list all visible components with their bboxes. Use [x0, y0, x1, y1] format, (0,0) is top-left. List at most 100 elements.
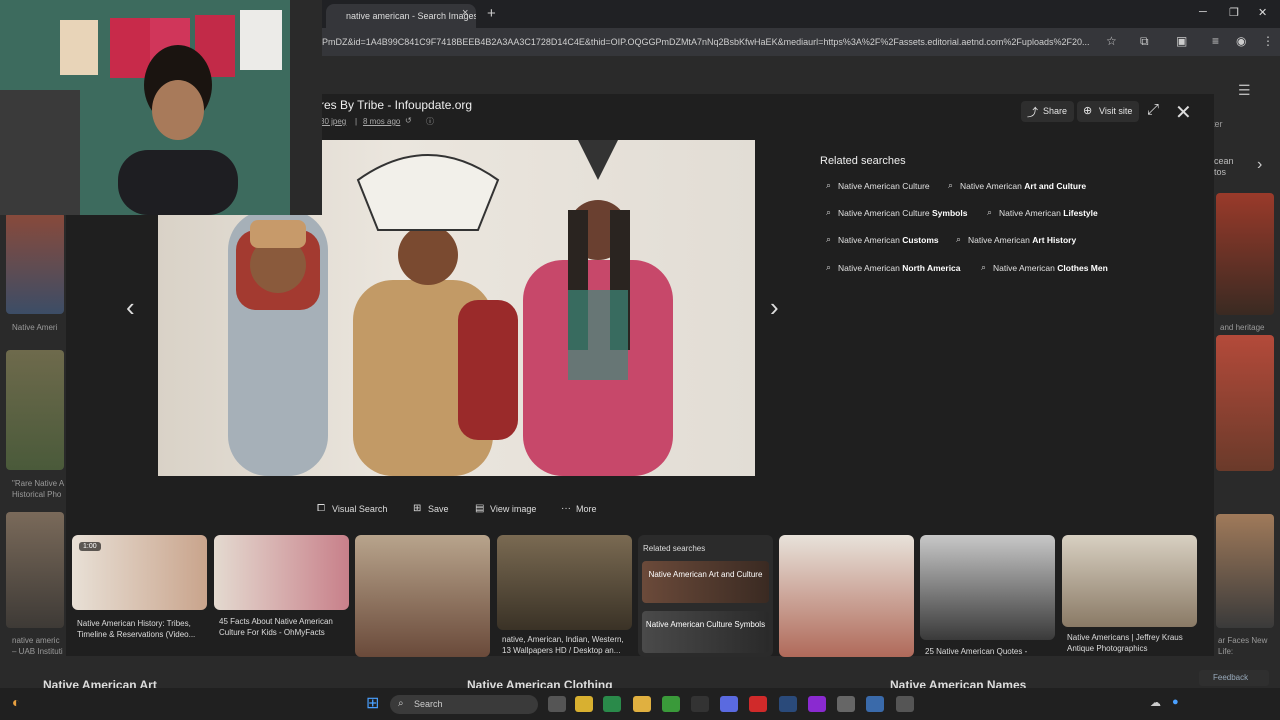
related-search-chip[interactable]: ⌕ Native American Customs: [824, 234, 939, 254]
tab-search-images[interactable]: native american - Search Images: [326, 4, 476, 28]
strip-thumb-4[interactable]: [497, 535, 632, 630]
close-window-icon[interactable]: ✕: [1258, 6, 1267, 19]
result-thumb[interactable]: [6, 512, 64, 628]
next-image-icon[interactable]: ›: [770, 292, 779, 323]
image-size: 80 jpeg: [320, 117, 347, 126]
app-icon[interactable]: [808, 696, 826, 712]
related-search-chip[interactable]: ⌕ Native American Culture Symbols: [824, 207, 967, 227]
chip-label-bold: Clothes Men: [1057, 263, 1108, 273]
extensions-icon[interactable]: ⧉: [1140, 34, 1149, 49]
expand-icon[interactable]: ⤢: [1147, 101, 1159, 118]
visit-site-button[interactable]: ⊕ Visit site: [1077, 101, 1140, 122]
github-icon[interactable]: [896, 696, 914, 712]
related-card-item-1[interactable]: Native American Art and Culture: [642, 561, 769, 603]
history-icon: ↺: [405, 116, 412, 125]
file-explorer-icon[interactable]: [633, 696, 651, 712]
strip-thumb-7[interactable]: [920, 535, 1055, 640]
chip-label: Native American: [993, 263, 1058, 273]
hamburger-icon[interactable]: ☰: [1238, 82, 1251, 99]
meta-separator: |: [355, 117, 358, 126]
new-tab-button[interactable]: +: [487, 5, 496, 22]
visual-search-button[interactable]: ⧠ Visual Search: [317, 503, 387, 514]
related-search-chip[interactable]: ⌕ Native American Clothes Men: [979, 262, 1108, 282]
result-thumb[interactable]: [6, 212, 64, 314]
related-search-chip[interactable]: ⌕ Native American Lifestyle: [985, 207, 1098, 227]
close-icon[interactable]: ✕: [1175, 100, 1192, 125]
save-button[interactable]: ⊞ Save: [413, 503, 449, 514]
search-icon: ⌕: [981, 262, 987, 272]
taskbar-search[interactable]: ⌕ Search: [390, 695, 538, 714]
app-icon[interactable]: [575, 696, 593, 712]
previous-image-icon[interactable]: ‹: [126, 292, 135, 323]
app-icon[interactable]: [837, 696, 855, 712]
info-icon[interactable]: ⓘ: [426, 116, 434, 127]
close-tab-icon[interactable]: ×: [462, 7, 468, 19]
weather-icon[interactable]: ◐: [12, 694, 20, 710]
result-thumb[interactable]: [1216, 193, 1274, 315]
task-view-icon[interactable]: [548, 696, 566, 712]
more-icon: ···: [561, 503, 571, 514]
result-caption: and heritage: [1220, 323, 1265, 332]
onedrive-icon[interactable]: ☁: [1150, 696, 1161, 709]
strip-caption-4[interactable]: native, American, Indian, Western, 13 Wa…: [502, 634, 632, 656]
app-icon[interactable]: [866, 696, 884, 712]
strip-thumb-2[interactable]: [214, 535, 349, 610]
chip-label: Native American Culture: [838, 181, 930, 191]
strip-caption-2[interactable]: 45 Facts About Native American Culture F…: [219, 616, 349, 638]
related-search-chip[interactable]: ⌕ Native American Art and Culture: [946, 180, 1087, 200]
media-icon[interactable]: ≡: [1212, 34, 1219, 48]
strip-caption-8[interactable]: Native Americans | Jeffrey Kraus Antique…: [1067, 632, 1197, 654]
related-search-chip[interactable]: ⌕ Native American North America: [824, 262, 961, 282]
windows-start-icon[interactable]: ⊞: [366, 693, 379, 713]
more-button[interactable]: ··· More: [561, 503, 597, 514]
url-field[interactable]: PmDZ&id=1A4B99C841C9F7418BEEB4B2A3AA3C17…: [322, 37, 1102, 47]
chrome-icon[interactable]: [603, 696, 621, 712]
restore-icon[interactable]: ❐: [1229, 6, 1239, 19]
profile-icon[interactable]: ◉: [1236, 34, 1246, 48]
result-thumb[interactable]: [1216, 335, 1274, 471]
feedback-button[interactable]: Feedback: [1199, 670, 1269, 686]
app-icon[interactable]: [662, 696, 680, 712]
strip-thumb-6[interactable]: [779, 535, 914, 657]
visual-search-icon: ⧠: [317, 503, 325, 514]
view-image-icon: ▤: [475, 503, 485, 514]
related-searches-title: Related searches: [820, 155, 906, 167]
result-thumb[interactable]: [1216, 514, 1274, 628]
share-button[interactable]: ⤴ Share: [1021, 101, 1075, 122]
image-title[interactable]: res By Tribe - Infoupdate.org: [320, 98, 472, 112]
strip-thumb-8[interactable]: [1062, 535, 1197, 627]
strip-thumb-3[interactable]: [355, 535, 490, 657]
result-caption: native americ – UAB Instituti: [12, 636, 63, 656]
youtube-icon[interactable]: [749, 696, 767, 712]
related-search-chip[interactable]: ⌕ Native American Art History: [954, 234, 1076, 254]
search-icon: ⌕: [826, 180, 832, 190]
menu-icon[interactable]: ⋮: [1262, 34, 1274, 48]
chip-label: Native American Culture: [838, 208, 933, 218]
webcam-overlay: [0, 0, 322, 215]
tray-icon[interactable]: ●: [1172, 696, 1179, 708]
steam-icon[interactable]: [779, 696, 797, 712]
bookmark-star-icon[interactable]: ☆: [1106, 34, 1117, 48]
related-search-chip[interactable]: ⌕ Native American Culture: [824, 180, 930, 200]
taskbar-search-label: Search: [414, 699, 443, 709]
visit-site-label: Visit site: [1099, 106, 1133, 116]
chip-label: Native American: [999, 208, 1064, 218]
strip-caption-7[interactable]: 25 Native American Quotes -: [925, 646, 1055, 657]
chip-label: Native American: [960, 181, 1025, 191]
search-icon: ⌕: [987, 207, 993, 217]
chip-label-bold: Art and Culture: [1024, 181, 1087, 191]
strip-caption-1[interactable]: Native American History: Tribes, Timelin…: [77, 618, 207, 640]
sidebar-icon[interactable]: ▣: [1176, 34, 1187, 48]
epic-games-icon[interactable]: [691, 696, 709, 712]
chevron-right-icon[interactable]: ›: [1257, 156, 1262, 174]
minimize-icon[interactable]: ─: [1199, 6, 1207, 18]
discord-icon[interactable]: [720, 696, 738, 712]
result-thumb[interactable]: [6, 350, 64, 470]
view-image-button[interactable]: ▤ View image: [475, 503, 536, 514]
related-card-item-2[interactable]: Native American Culture Symbols: [642, 611, 769, 653]
share-icon: ⤴: [1027, 107, 1038, 119]
save-icon: ⊞: [413, 503, 422, 514]
feedback-label: Feedback: [1213, 673, 1249, 682]
image-age: 8 mos ago: [363, 117, 401, 126]
partial-related[interactable]: cean tos: [1214, 156, 1244, 178]
